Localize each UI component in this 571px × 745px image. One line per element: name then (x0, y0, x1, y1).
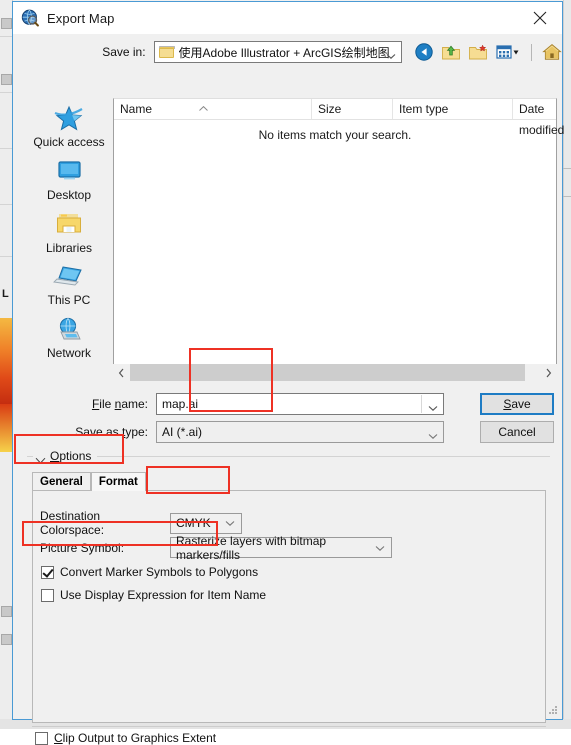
home-icon[interactable] (542, 42, 562, 62)
views-icon[interactable] (495, 42, 521, 62)
chevron-down-icon[interactable] (375, 541, 385, 555)
empty-list-message: No items match your search. (258, 128, 412, 142)
sidebar-item-desktop[interactable]: Desktop (28, 157, 110, 209)
background-layer-icon (1, 74, 12, 85)
clip-output-checkbox[interactable]: Clip Output to Graphics Extent (35, 731, 216, 745)
column-header-item-type[interactable]: Item type (393, 99, 513, 119)
destination-colorspace-select[interactable]: CMYK (170, 512, 242, 534)
close-icon[interactable] (518, 2, 562, 33)
save-as-type-select[interactable]: AI (*.ai) (156, 421, 444, 443)
file-name-label: File name: (91, 397, 148, 411)
sidebar-label: Desktop (46, 187, 92, 202)
file-list-header: Name Size Item type Date modified (114, 99, 564, 137)
chevron-down-icon[interactable] (428, 401, 438, 411)
scrollbar-thumb[interactable] (130, 364, 525, 381)
sidebar-item-this-pc[interactable]: This PC (28, 262, 110, 314)
star-icon (52, 104, 86, 134)
chevron-down-icon[interactable] (428, 429, 438, 439)
picture-symbol-select[interactable]: Rasterize layers with bitmap markers/fil… (170, 534, 392, 562)
checkbox-icon[interactable] (41, 565, 54, 579)
back-icon[interactable] (414, 42, 434, 62)
tab-general[interactable]: General (32, 472, 91, 491)
laptop-icon (52, 262, 86, 292)
toolbar-separator (531, 43, 532, 61)
background-right-panel (563, 0, 571, 729)
options-panel: Destination Colorspace: CMYK Picture Sym… (32, 490, 546, 723)
sidebar-label: Network (46, 346, 91, 361)
options-tabstrip: General Format (32, 472, 146, 491)
column-header-name[interactable]: Name (114, 99, 312, 119)
cancel-button[interactable]: Cancel (480, 421, 554, 443)
folder-icon (158, 46, 175, 58)
sidebar-label: Quick access (33, 135, 105, 149)
background-layer-icon (1, 18, 12, 29)
file-list-horizontal-scrollbar[interactable] (113, 364, 557, 381)
places-sidebar: Quick access Desktop Libraries This PC N… (27, 98, 111, 368)
file-name-input[interactable]: map.ai (156, 393, 444, 415)
background-map-graphic (0, 404, 12, 452)
sidebar-label: Libraries (45, 240, 93, 255)
use-display-expression-checkbox[interactable]: Use Display Expression for Item Name (41, 588, 266, 602)
scrollbar-track[interactable] (130, 364, 540, 381)
background-layer-icon (1, 634, 12, 645)
scroll-right-icon[interactable] (540, 364, 557, 381)
sidebar-label: This PC (47, 293, 91, 308)
navigation-toolbar (414, 42, 562, 62)
dialog-body: Save in: 使用Adobe Illustrator + ArcGIS绘制地… (13, 34, 564, 745)
desktop-icon (52, 157, 86, 187)
collapse-triangle-icon[interactable] (35, 453, 46, 464)
scroll-left-icon[interactable] (113, 364, 130, 381)
options-group-header: Options (27, 449, 550, 464)
save-button-label: Save (503, 397, 531, 411)
convert-marker-symbols-label: Convert Marker Symbols to Polygons (60, 565, 259, 579)
folder-path-combobox[interactable]: 使用Adobe Illustrator + ArcGIS绘制地图 (153, 41, 402, 63)
resize-grip[interactable] (547, 704, 559, 716)
background-layer-icon (1, 606, 12, 617)
file-list[interactable]: Name Size Item type Date modified No ite… (113, 98, 564, 368)
network-globe-icon (52, 315, 86, 345)
destination-colorspace-label: Destination Colorspace: (40, 509, 105, 537)
save-as-type-label: Save as type: (75, 425, 148, 439)
save-in-row: Save in: 使用Adobe Illustrator + ArcGIS绘制地… (13, 38, 562, 66)
sidebar-item-quick-access[interactable]: Quick access (28, 104, 110, 156)
tab-format[interactable]: Format (90, 472, 146, 491)
dialog-title-bar[interactable]: Export Map (13, 2, 562, 34)
save-button[interactable]: Save (480, 393, 554, 415)
sidebar-item-network[interactable]: Network (28, 315, 110, 367)
background-divider (563, 196, 571, 197)
column-header-size[interactable]: Size (312, 99, 393, 119)
file-name-value: map.ai (162, 397, 199, 411)
column-header-date-modified[interactable]: Date modified (513, 99, 564, 137)
picture-symbol-value: Rasterize layers with bitmap markers/fil… (176, 533, 327, 562)
footer-divider (32, 726, 546, 727)
chevron-down-icon[interactable] (225, 516, 235, 530)
new-folder-icon[interactable] (468, 42, 488, 62)
clip-output-label: Clip Output to Graphics Extent (54, 731, 217, 745)
up-one-level-icon[interactable] (441, 42, 461, 62)
convert-marker-symbols-checkbox[interactable]: Convert Marker Symbols to Polygons (41, 565, 258, 579)
ascending-caret-icon (199, 97, 208, 111)
picture-symbol-label: Picture Symbol: (40, 540, 125, 555)
export-map-dialog: Export Map Save in: 使用Adobe Illustrator … (12, 1, 564, 745)
libraries-folder-icon (52, 210, 86, 240)
checkbox-icon[interactable] (41, 588, 54, 602)
options-label: Options (50, 449, 92, 463)
chevron-down-icon[interactable] (386, 49, 396, 59)
background-label: L (2, 288, 9, 300)
sidebar-item-libraries[interactable]: Libraries (28, 210, 110, 262)
destination-colorspace-value: CMYK (176, 516, 211, 530)
background-map-graphic (0, 318, 12, 404)
save-as-type-value: AI (*.ai) (162, 425, 203, 439)
arcgis-globe-icon (21, 9, 39, 27)
use-display-expression-label: Use Display Expression for Item Name (60, 588, 267, 602)
current-folder-label: 使用Adobe Illustrator + ArcGIS绘制地图 (178, 45, 390, 60)
save-in-label: Save in: (102, 45, 146, 59)
dialog-title: Export Map (47, 10, 115, 26)
checkbox-icon[interactable] (35, 731, 48, 745)
background-divider (563, 168, 571, 169)
